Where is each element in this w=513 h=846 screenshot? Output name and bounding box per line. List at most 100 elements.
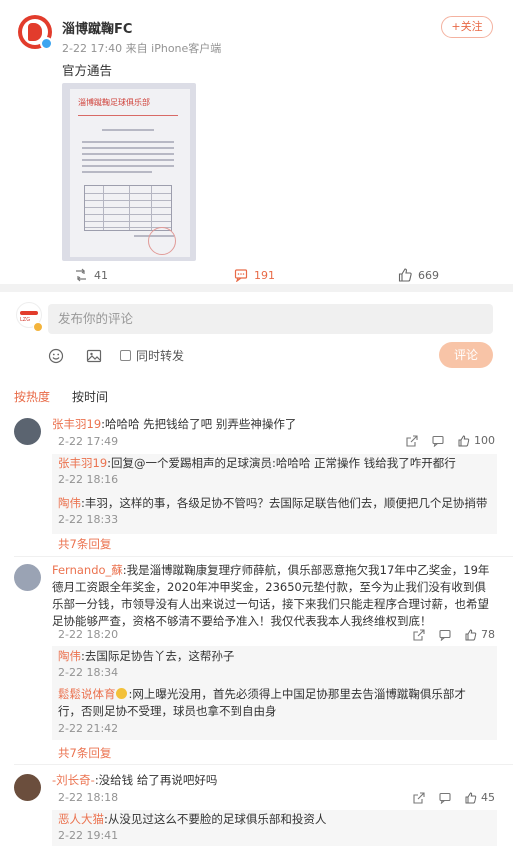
- share-icon[interactable]: [406, 434, 418, 447]
- thumbs-up-icon: [465, 628, 477, 640]
- reply-item: 陶伟:丰羽，这样的事，各级足协不管吗？去国际足联告他们去，顺便把几个足协捎带: [58, 495, 488, 512]
- comment-actions: 78: [413, 628, 495, 641]
- more-replies-link[interactable]: 共7条回复: [58, 745, 111, 761]
- post-meta: 2-22 17:40 来自 iPhone客户端: [62, 42, 222, 55]
- thumbs-up-icon: [465, 791, 477, 803]
- comment-actions: 100: [406, 434, 495, 447]
- thumbs-up-icon: [458, 434, 470, 446]
- comment-like-count: 45: [481, 791, 495, 804]
- commenter-name[interactable]: Fernando_蘇: [52, 563, 123, 577]
- reply-author[interactable]: 陶伟: [58, 496, 81, 510]
- comment-item: -刘长奇-:没给钱 给了再说吧好吗 2-22 18:18 45 恶人大猫:从没见…: [0, 770, 513, 846]
- like-count: 669: [418, 268, 439, 282]
- comment-date: 2-22 18:20: [58, 628, 119, 641]
- reply-text: :丰羽，这样的事，各级足协不管吗？去国际足联告他们去，顺便把几个足协捎带: [81, 496, 488, 510]
- repost-icon: [76, 268, 86, 282]
- reply-date: 2-22 18:16: [58, 473, 119, 486]
- comment-body: Fernando_蘇:我是淄博蹴鞠康复理疗师薛航，俱乐部恶意拖欠我17年中乙奖金…: [52, 562, 497, 630]
- comment-like-button[interactable]: 100: [458, 434, 495, 447]
- thumbs-up-icon: [398, 268, 412, 282]
- commenter-avatar[interactable]: [14, 774, 41, 801]
- member-badge-icon: [33, 322, 43, 332]
- comment-item: Fernando_蘇:我是淄博蹴鞠康复理疗师薛航，俱乐部恶意拖欠我17年中乙奖金…: [0, 560, 513, 760]
- submit-comment-button[interactable]: 评论: [439, 342, 493, 368]
- reply-text: :去国际足协告丫去，这帮孙子: [81, 649, 235, 663]
- post-actions: 41 191 669: [0, 268, 513, 288]
- post-text: 官方通告: [62, 63, 113, 78]
- repost-option-label: 同时转发: [136, 349, 185, 363]
- reply-icon[interactable]: [439, 792, 451, 804]
- comment-input[interactable]: 发布你的评论: [48, 304, 493, 334]
- repost-checkbox[interactable]: 同时转发: [120, 347, 184, 364]
- reply-date: 2-22 21:42: [58, 722, 119, 735]
- reply-item: 张丰羽19:回复@一个爱踢相声的足球演员:哈哈哈 正常操作 钱给我了咋开都行: [58, 455, 488, 472]
- comment-like-button[interactable]: 78: [465, 628, 495, 641]
- document-title: 淄博蹴鞠足球俱乐部: [78, 98, 150, 107]
- reply-icon[interactable]: [432, 435, 444, 447]
- document-divider: [78, 115, 178, 116]
- comment-text: :没给钱 给了再说吧好吗: [94, 773, 218, 787]
- share-icon[interactable]: [413, 791, 425, 804]
- reply-text: :回复@一个爱踢相声的足球演员:哈哈哈 正常操作 钱给我了咋开都行: [107, 456, 456, 470]
- comment-like-count: 78: [481, 628, 495, 641]
- comment-count: 191: [254, 268, 275, 282]
- tab-hot[interactable]: 按热度: [14, 388, 50, 405]
- reply-author[interactable]: 张丰羽19: [58, 456, 107, 470]
- document-line: [82, 171, 152, 173]
- comment-body: -刘长奇-:没给钱 给了再说吧好吗: [52, 772, 497, 789]
- reply-block: 恶人大猫:从没见过这么不要脸的足球俱乐部和投资人 2-22 19:41: [52, 810, 497, 846]
- divider: [14, 556, 513, 557]
- author-name[interactable]: 淄博蹴鞠FC: [62, 18, 132, 37]
- emoji-icon[interactable]: [48, 348, 64, 364]
- repost-count: 41: [94, 268, 108, 282]
- like-button[interactable]: 669: [398, 268, 439, 282]
- reply-date: 2-22 19:41: [58, 829, 119, 842]
- commenter-avatar[interactable]: [14, 418, 41, 445]
- emoji-icon: [115, 688, 127, 699]
- comment-like-button[interactable]: 45: [465, 791, 495, 804]
- comment-text: :哈哈哈 先把钱给了吧 别弄些神操作了: [101, 417, 297, 431]
- reply-block: 陶伟:去国际足协告丫去，这帮孙子 2-22 18:34 鬆鬆说体育:网上曝光没用…: [52, 646, 497, 740]
- document-table: [84, 185, 172, 231]
- tab-time[interactable]: 按时间: [72, 388, 108, 405]
- reply-author[interactable]: 陶伟: [58, 649, 81, 663]
- verified-badge-icon: [40, 37, 53, 50]
- commenter-name[interactable]: 张丰羽19: [52, 417, 101, 431]
- reply-author[interactable]: 恶人大猫: [58, 812, 104, 826]
- reply-text: :从没见过这么不要脸的足球俱乐部和投资人: [104, 812, 327, 826]
- comment-like-count: 100: [474, 434, 495, 447]
- comment-compose: LZG 发布你的评论 同时转发 评论: [0, 292, 513, 384]
- comment-icon: [234, 269, 248, 282]
- checkbox-box: [120, 350, 131, 361]
- document-line: [82, 165, 174, 167]
- follow-button[interactable]: +关注: [441, 16, 493, 38]
- reply-date: 2-22 18:33: [58, 513, 119, 526]
- reply-author[interactable]: 鬆鬆说体育: [58, 687, 116, 701]
- sort-tabs: 按热度 按时间: [0, 384, 513, 408]
- reply-block: 张丰羽19:回复@一个爱踢相声的足球演员:哈哈哈 正常操作 钱给我了咋开都行 2…: [52, 454, 497, 534]
- repost-button[interactable]: 41: [74, 268, 108, 282]
- document-line: [102, 129, 154, 131]
- comment-date: 2-22 17:49: [58, 435, 119, 448]
- document-stamp: [148, 227, 176, 255]
- document-line: [82, 159, 174, 161]
- divider: [14, 764, 513, 765]
- commenter-avatar[interactable]: [14, 564, 41, 591]
- reply-date: 2-22 18:34: [58, 666, 119, 679]
- reply-icon[interactable]: [439, 629, 451, 641]
- share-icon[interactable]: [413, 628, 425, 641]
- document-line: [82, 147, 174, 149]
- comment-date: 2-22 18:18: [58, 791, 119, 804]
- more-replies-link[interactable]: 共7条回复: [58, 536, 111, 552]
- document-line: [82, 141, 174, 143]
- post-image[interactable]: 淄博蹴鞠足球俱乐部: [62, 83, 196, 261]
- commenter-name[interactable]: -刘长奇-: [52, 773, 95, 787]
- comment-actions: 45: [413, 791, 495, 804]
- reply-item: 恶人大猫:从没见过这么不要脸的足球俱乐部和投资人: [58, 811, 488, 828]
- document-line: [82, 153, 174, 155]
- comment-item: 张丰羽19:哈哈哈 先把钱给了吧 别弄些神操作了 2-22 17:49 100 …: [0, 414, 513, 554]
- comment-button[interactable]: 191: [234, 268, 275, 282]
- image-icon[interactable]: [86, 348, 102, 364]
- reply-item: 鬆鬆说体育:网上曝光没用，首先必须得上中国足协那里去告淄博蹴鞠俱乐部才行，否则足…: [58, 686, 488, 720]
- weibo-post: 淄博蹴鞠FC 2-22 17:40 来自 iPhone客户端 +关注 官方通告 …: [0, 0, 513, 292]
